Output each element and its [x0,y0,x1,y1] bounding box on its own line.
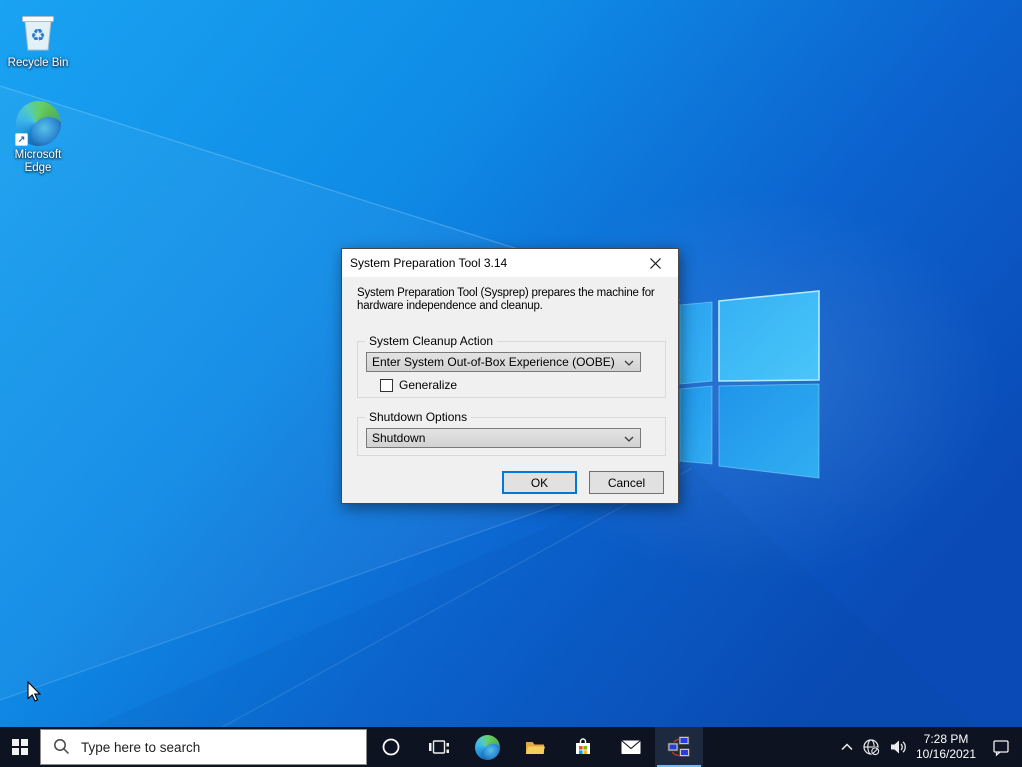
dialog-title: System Preparation Tool 3.14 [350,256,508,270]
generalize-checkbox-row[interactable]: Generalize [380,378,457,392]
taskbar-store-button[interactable] [559,727,607,767]
mail-icon [621,740,641,754]
taskbar-task-view-button[interactable] [415,727,463,767]
cancel-button[interactable]: Cancel [589,471,664,494]
dropdown-value: Enter System Out-of-Box Experience (OOBE… [372,355,615,369]
windows-logo-icon [12,739,28,755]
shutdown-options-dropdown[interactable]: Shutdown [366,428,641,448]
dialog-description-line2: hardware independence and cleanup. [357,300,543,312]
taskbar-search[interactable] [40,729,367,765]
taskbar-clock[interactable]: 7:28 PM 10/16/2021 [912,732,980,762]
taskbar: 7:28 PM 10/16/2021 [0,727,1022,767]
search-input[interactable] [40,729,367,765]
tray-volume-button[interactable] [884,727,912,767]
screen: ♻ Recycle Bin ↗ Microsoft Edge System Pr… [0,0,1022,767]
dialog-titlebar[interactable]: System Preparation Tool 3.14 [342,249,678,277]
taskbar-edge-button[interactable] [463,727,511,767]
system-cleanup-action-group: System Cleanup Action Enter System Out-o… [357,334,666,398]
ok-button[interactable]: OK [502,471,577,494]
file-explorer-icon [526,742,545,754]
recycle-bin-icon: ♻ [15,8,61,54]
sysprep-icon [667,736,690,757]
sysprep-dialog: System Preparation Tool 3.14 System Prep… [341,248,679,504]
cleanup-action-dropdown[interactable]: Enter System Out-of-Box Experience (OOBE… [366,352,641,372]
task-view-icon [429,740,449,754]
dropdown-value: Shutdown [372,431,426,445]
checkbox-label: Generalize [399,378,458,392]
shortcut-arrow-icon: ↗ [15,133,28,146]
tray-network-button[interactable] [858,727,884,767]
action-center-button[interactable] [980,727,1022,767]
taskbar-cortana-button[interactable] [367,727,415,767]
chevron-down-icon [624,436,634,442]
svg-text:♻: ♻ [30,26,45,46]
taskbar-sysprep-button[interactable] [655,727,703,767]
cortana-icon [382,738,400,756]
generalize-checkbox[interactable] [380,378,393,392]
chevron-down-icon [624,360,634,366]
start-button[interactable] [0,727,40,767]
system-tray: 7:28 PM 10/16/2021 [836,727,1022,767]
desktop-icon-recycle-bin[interactable]: ♻ Recycle Bin [0,8,76,70]
chevron-up-icon [841,743,853,751]
globe-no-internet-icon [862,738,880,756]
microsoft-edge-icon: ↗ [15,100,61,146]
taskbar-file-explorer-button[interactable] [511,727,559,767]
close-icon [650,257,661,269]
desktop-icon-label: Microsoft Edge [14,149,62,174]
desktop-icon-microsoft-edge[interactable]: ↗ Microsoft Edge [0,100,76,175]
notification-icon [993,740,1009,757]
microsoft-store-icon [576,738,590,754]
group-label: Shutdown Options [365,410,472,424]
desktop-icon-label: Recycle Bin [7,57,69,69]
microsoft-edge-icon [474,734,500,760]
tray-overflow-button[interactable] [836,727,858,767]
close-button[interactable] [633,249,678,277]
dialog-description-line1: System Preparation Tool (Sysprep) prepar… [357,287,655,299]
clock-time: 7:28 PM [923,732,969,746]
taskbar-mail-button[interactable] [607,727,655,767]
speaker-icon [890,740,906,754]
shutdown-options-group: Shutdown Options Shutdown [357,410,666,456]
clock-date: 10/16/2021 [915,747,977,761]
group-label: System Cleanup Action [365,334,498,348]
